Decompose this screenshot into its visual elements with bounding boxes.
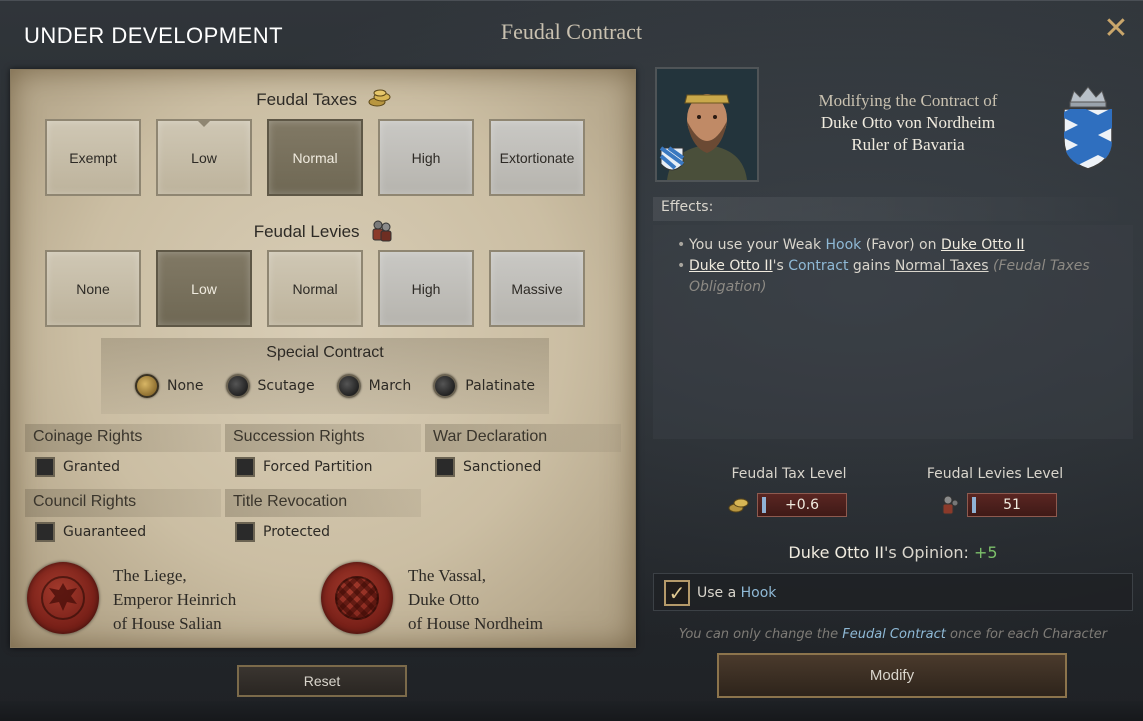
special-option-none[interactable]: None [135,374,204,398]
checkbox[interactable] [235,522,255,542]
bottom-bar [0,701,1143,721]
levy-option-low[interactable]: Low [156,250,252,327]
tax-options: Exempt Low Normal High Extortionate [45,119,585,196]
succession-rights: Succession Rights Forced Partition [225,424,421,482]
effect-line-hook: You use your Weak Hook (Favor) on Duke O… [677,235,1133,256]
target-name: Duke Otto von Nordheim [820,113,996,132]
war-declaration: War Declaration Sanctioned [425,424,621,482]
soldiers-icon [940,494,962,520]
special-contract-options: None Scutage March Palatinate [135,374,535,398]
use-hook-label: Use a Hook [697,585,777,601]
coinage-rights-title: Coinage Rights [25,424,221,452]
liege-signature: The Liege, Emperor Heinrich of House Sal… [113,566,237,633]
obligation-link[interactable]: Normal Taxes [895,258,989,274]
council-rights: Council Rights Guaranteed [25,489,221,547]
council-rights-guaranteed[interactable]: Guaranteed [25,517,221,542]
modifying-label: Modifying the Contract of [818,91,998,110]
levy-options: None Low Normal High Massive [45,250,585,327]
radio-icon [336,374,361,398]
use-hook-checkbox[interactable]: ✓ [664,580,690,606]
tax-option-normal[interactable]: Normal [267,119,363,196]
special-contract-title: Special Contract [266,344,384,361]
character-link[interactable]: Duke Otto II [941,237,1025,253]
modifying-target: Modifying the Contract of Duke Otto von … [770,91,1046,155]
use-hook-row: ✓ Use a Hook [653,573,1133,611]
feudal-levies-heading: Feudal Levies [11,218,637,247]
title-bar: UNDER DEVELOPMENT Feudal Contract ✕ [0,1,1143,63]
council-rights-title: Council Rights [25,489,221,517]
tax-option-high[interactable]: High [378,119,474,196]
feudal-levies-title: Feudal Levies [253,221,360,241]
title-revocation-title: Title Revocation [225,489,421,517]
close-button[interactable]: ✕ [1101,14,1131,45]
reset-button[interactable]: Reset [237,665,407,697]
effects-list: You use your Weak Hook (Favor) on Duke O… [653,225,1133,439]
war-declaration-sanctioned[interactable]: Sanctioned [425,452,621,477]
succession-rights-forced-partition[interactable]: Forced Partition [225,452,421,477]
radio-selected-icon [135,374,159,398]
tax-level-bar: +0.6 [757,493,847,517]
opinion-display: Duke Otto II's Opinion: +5 [788,543,998,562]
hook-link[interactable]: Hook [741,585,777,601]
levy-option-massive[interactable]: Massive [489,250,585,327]
bavaria-coat-of-arms-small-icon [659,146,685,171]
character-link[interactable]: Duke Otto II [689,258,773,274]
checkbox[interactable] [435,457,455,477]
feudal-taxes-title: Feudal Taxes [256,89,358,109]
tax-option-low[interactable]: Low [156,119,252,196]
tax-option-extortionate[interactable]: Extortionate [489,119,585,196]
special-option-palatinate[interactable]: Palatinate [433,374,535,398]
feudal-taxes-heading: Feudal Taxes [11,88,637,113]
radio-icon [433,374,458,398]
vassal-signature: The Vassal, Duke Otto of House Nordheim [408,566,544,633]
liege-wax-seal-icon [27,562,99,634]
succession-rights-title: Succession Rights [225,424,421,452]
character-portrait[interactable] [655,67,759,182]
vassal-wax-seal-icon [321,562,393,634]
special-option-march[interactable]: March [336,374,411,398]
radio-icon [225,374,250,398]
levies-level-bar: 51 [967,493,1057,517]
coinage-rights-granted[interactable]: Granted [25,452,221,477]
contract-change-note: You can only change the Feudal Contract … [678,627,1108,642]
hook-link[interactable]: Hook [826,237,862,253]
levies-level-label: Feudal Levies Level [926,466,1064,482]
soldiers-icon [370,218,394,247]
effect-line-contract: Duke Otto II's Contract gains Normal Tax… [677,256,1133,298]
tax-option-exempt[interactable]: Exempt [45,119,141,196]
tax-level-label: Feudal Tax Level [731,466,847,482]
opinion-value: +5 [973,543,998,562]
feudal-contract-link[interactable]: Feudal Contract [842,627,946,642]
gold-coins-icon [368,88,392,113]
levy-option-high[interactable]: High [378,250,474,327]
target-title: Ruler of Bavaria [851,135,965,154]
title-revocation-protected[interactable]: Protected [225,517,421,542]
modify-button[interactable]: Modify [717,653,1067,698]
contract-link[interactable]: Contract [788,258,848,274]
checkbox[interactable] [35,457,55,477]
checkbox[interactable] [235,457,255,477]
coinage-rights: Coinage Rights Granted [25,424,221,482]
opinion-character-name[interactable]: Duke Otto II [788,543,884,562]
bavaria-coat-of-arms-icon[interactable] [1058,85,1118,171]
checkbox[interactable] [35,522,55,542]
window-title: Feudal Contract [500,19,643,44]
title-revocation: Title Revocation Protected [225,489,421,547]
gold-coins-icon [728,496,750,518]
effects-label: Effects: [653,197,1133,221]
special-contract-box: Special Contract None Scutage March Pala… [101,338,549,414]
special-option-scutage[interactable]: Scutage [225,374,315,398]
levy-option-none[interactable]: None [45,250,141,327]
levy-option-normal[interactable]: Normal [267,250,363,327]
war-declaration-title: War Declaration [425,424,621,452]
contract-parchment: Feudal Taxes Exempt Low Normal High Exto… [10,69,636,648]
feudal-contract-window: UNDER DEVELOPMENT Feudal Contract ✕ Feud… [0,0,1143,721]
